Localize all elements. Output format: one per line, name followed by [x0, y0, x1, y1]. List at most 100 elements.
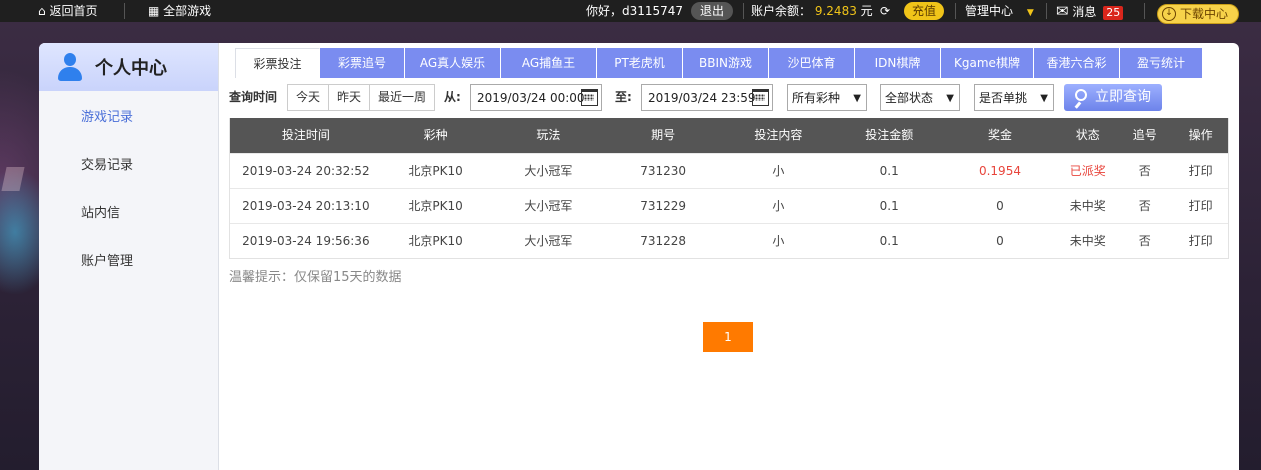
sidebar-item-account[interactable]: 账户管理 [81, 250, 133, 269]
cell-bet-time: 2019-03-24 19:56:36 [242, 234, 370, 248]
print-link[interactable]: 打印 [1173, 224, 1228, 258]
print-link[interactable]: 打印 [1173, 189, 1228, 223]
tab-idn-poker[interactable]: IDN棋牌 [855, 48, 941, 78]
to-date-input[interactable]: 2019/03/24 23:59 [641, 84, 773, 111]
currency-label: 元 [860, 4, 873, 18]
col-play: 玩法 [536, 128, 561, 142]
manage-menu[interactable]: 管理中心 ▼ [965, 0, 1034, 22]
sidebar-item-transactions[interactable]: 交易记录 [81, 154, 133, 173]
col-lottery: 彩种 [423, 128, 448, 142]
main-panel: 个人中心 游戏记录 交易记录 站内信 账户管理 彩票投注 彩票追号 AG真人娱乐… [39, 43, 1239, 470]
calendar-icon[interactable] [581, 89, 598, 106]
balance-label: 账户余额： [751, 4, 812, 18]
col-action: 操作 [1188, 128, 1213, 142]
cell-prize: 0 [996, 234, 1004, 248]
tab-saba-sports[interactable]: 沙巴体育 [769, 48, 855, 78]
grid-icon: ▦ [148, 4, 160, 18]
cell-status: 未中奖 [1069, 199, 1106, 213]
tab-lottery-bets[interactable]: 彩票投注 [235, 48, 320, 78]
range-week-button[interactable]: 最近一周 [370, 85, 434, 110]
cell-prize: 0 [996, 199, 1004, 213]
download-label: 下载中心 [1180, 6, 1229, 21]
cell-amount: 0.1 [879, 199, 899, 213]
tab-pt-slots[interactable]: PT老虎机 [597, 48, 683, 78]
query-button-label: 立即查询 [1095, 89, 1151, 105]
lottery-type-select[interactable]: 所有彩种 ▼ [787, 84, 867, 111]
status-value: 全部状态 [885, 91, 934, 105]
search-icon [1072, 88, 1089, 108]
table-row: 2019-03-24 20:32:52 北京PK10 大小冠军 731230 小… [230, 153, 1228, 188]
tab-ag-live[interactable]: AG真人娱乐 [405, 48, 501, 78]
sidebar-header: 个人中心 [39, 43, 218, 91]
messages-link[interactable]: ✉ 消息 25 [1056, 0, 1124, 22]
single-pick-select[interactable]: 是否单挑 ▼ [974, 84, 1054, 111]
range-yesterday-button[interactable]: 昨天 [329, 85, 371, 110]
recharge-button[interactable]: 充值 [904, 0, 945, 22]
top-bar: ⌂ 返回首页 ▦ 全部游戏 你好，d3115747 退出 账户余额： 9.248… [0, 0, 1261, 24]
tab-kgame[interactable]: Kgame棋牌 [941, 48, 1034, 78]
cell-issue: 731229 [640, 199, 687, 213]
quick-range-group: 今天 昨天 最近一周 [287, 84, 436, 111]
divider [124, 3, 125, 19]
from-date-input[interactable]: 2019/03/24 00:00 [470, 84, 602, 111]
sidebar-title: 个人中心 [95, 58, 167, 79]
cell-issue: 731230 [640, 164, 687, 178]
greeting: 你好，d3115747 [586, 4, 684, 18]
table-row: 2019-03-24 19:56:36 北京PK10 大小冠军 731228 小… [230, 223, 1228, 258]
retention-hint: 温馨提示：仅保留15天的数据 [229, 270, 402, 285]
cell-lottery: 北京PK10 [408, 199, 463, 213]
from-date-value: 2019/03/24 00:00 [477, 91, 585, 105]
print-link[interactable]: 打印 [1173, 154, 1228, 188]
home-label: 返回首页 [49, 4, 98, 18]
sidebar-item-game-records[interactable]: 游戏记录 [81, 106, 133, 125]
envelope-icon: ✉ [1056, 2, 1069, 20]
cell-chase: 否 [1138, 199, 1151, 213]
home-icon: ⌂ [38, 4, 46, 18]
col-amount: 投注金额 [865, 128, 914, 142]
refresh-icon[interactable]: ⟳ [880, 0, 890, 22]
single-pick-value: 是否单挑 [979, 91, 1028, 105]
status-select[interactable]: 全部状态 ▼ [880, 84, 960, 111]
cell-issue: 731228 [640, 234, 687, 248]
cell-chase: 否 [1138, 164, 1151, 178]
cell-lottery: 北京PK10 [408, 234, 463, 248]
cell-status: 已派奖 [1069, 164, 1106, 178]
home-link[interactable]: ⌂ 返回首页 [38, 0, 97, 22]
logout-button[interactable]: 退出 [691, 0, 734, 22]
tab-bar: 彩票投注 彩票追号 AG真人娱乐 AG捕鱼王 PT老虎机 BBIN游戏 沙巴体育… [235, 48, 1203, 78]
message-count-badge: 25 [1103, 6, 1124, 20]
tab-hk-lottery[interactable]: 香港六合彩 [1034, 48, 1120, 78]
balance: 账户余额： 9.2483 元 [751, 0, 873, 22]
col-bet-time: 投注时间 [281, 128, 330, 142]
divider [1144, 3, 1145, 19]
page-1-button[interactable]: 1 [703, 322, 753, 352]
caret-down-icon: ▼ [1026, 8, 1034, 18]
query-button[interactable]: 立即查询 [1064, 84, 1162, 111]
calendar-icon[interactable] [752, 89, 769, 106]
caret-down-icon: ▼ [946, 93, 954, 104]
all-games-link[interactable]: ▦ 全部游戏 [148, 0, 211, 22]
tab-bbin[interactable]: BBIN游戏 [683, 48, 769, 78]
cell-lottery: 北京PK10 [408, 164, 463, 178]
divider [743, 3, 744, 19]
col-status: 状态 [1075, 128, 1100, 142]
sidebar-item-inbox[interactable]: 站内信 [81, 202, 120, 221]
cell-content: 小 [772, 199, 785, 213]
cell-status: 未中奖 [1069, 234, 1106, 248]
divider [955, 3, 956, 19]
table-row: 2019-03-24 20:13:10 北京PK10 大小冠军 731229 小… [230, 188, 1228, 223]
download-button[interactable]: ↓ 下载中心 [1157, 0, 1240, 24]
recharge-label: 充值 [904, 2, 945, 20]
cell-play: 大小冠军 [524, 164, 573, 178]
range-today-button[interactable]: 今天 [288, 85, 330, 110]
col-issue: 期号 [651, 128, 676, 142]
cell-amount: 0.1 [879, 234, 899, 248]
all-games-label: 全部游戏 [163, 4, 212, 18]
from-label: 从: [444, 90, 461, 104]
tab-ag-fishing[interactable]: AG捕鱼王 [501, 48, 597, 78]
tab-profit-stats[interactable]: 盈亏统计 [1120, 48, 1203, 78]
table-header: 投注时间 彩种 玩法 期号 投注内容 投注金额 奖金 状态 追号 操作 [230, 118, 1228, 153]
background-decoration [1, 167, 25, 191]
manage-label: 管理中心 [965, 4, 1014, 18]
tab-lottery-chase[interactable]: 彩票追号 [320, 48, 405, 78]
